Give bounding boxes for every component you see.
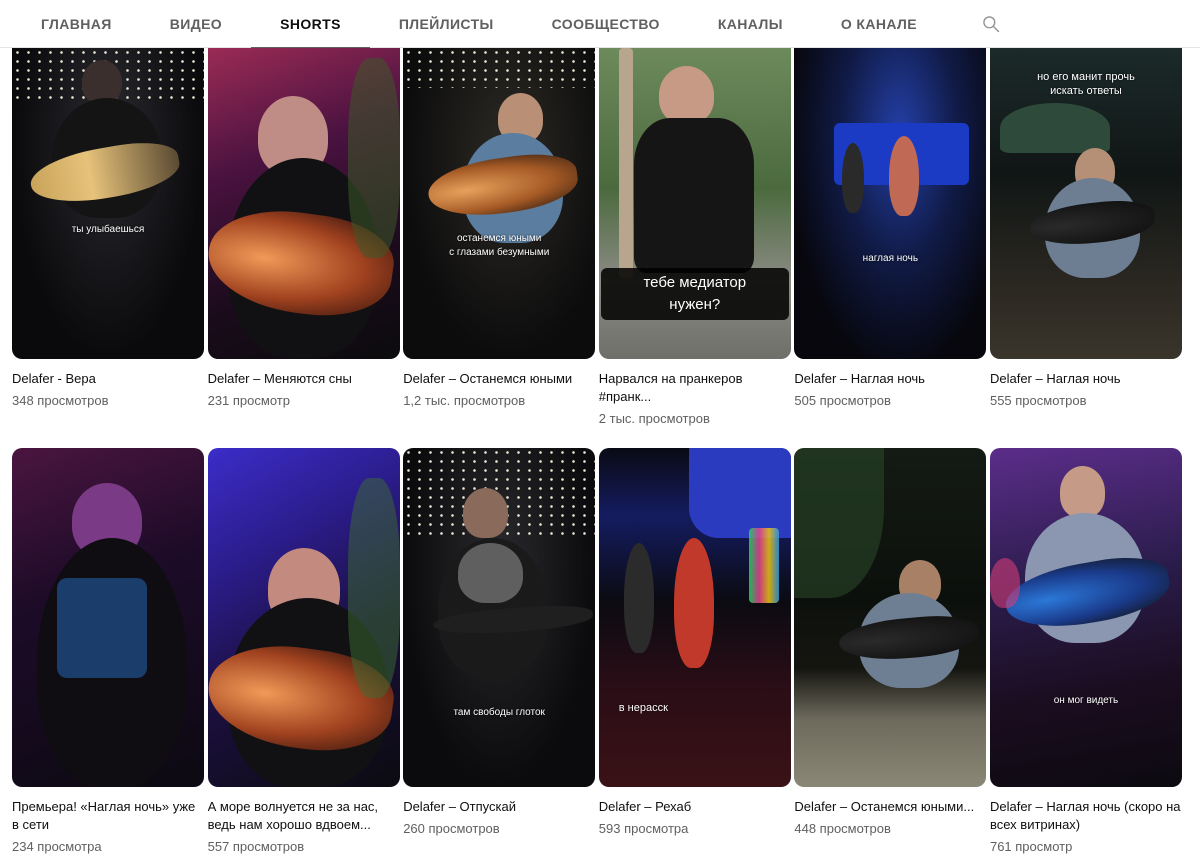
short-views: 2 тыс. просмотров [598, 411, 710, 426]
short-thumbnail[interactable] [207, 448, 400, 787]
short-views: 448 просмотров [794, 821, 891, 836]
short-card[interactable]: но его манит прочь искать ответы Delafer… [989, 48, 1182, 448]
short-meta: Нарвался на пранкеров #пранк... 2 тыс. п… [599, 359, 791, 448]
tab-community[interactable]: СООБЩЕСТВО [523, 0, 689, 48]
short-thumbnail[interactable]: он мог видеть [989, 448, 1182, 787]
short-views: 260 просмотров [403, 821, 500, 836]
short-title[interactable]: Delafer – Отпускай [403, 798, 595, 816]
short-caption: там свободы глоток [453, 707, 545, 718]
short-views: 505 просмотров [794, 393, 891, 408]
short-title[interactable]: Нарвался на пранкеров #пранк... [599, 370, 791, 406]
tab-about[interactable]: О КАНАЛЕ [812, 0, 946, 48]
short-thumbnail[interactable]: там свободы глоток [403, 448, 596, 787]
short-meta: Delafer - Вера 348 просмотров [12, 359, 204, 448]
short-title[interactable]: Delafer – Наглая ночь (скоро на всех вит… [990, 798, 1182, 834]
short-meta: Delafer – Меняются сны 231 просмотр [208, 359, 400, 448]
short-meta: Delafer – Наглая ночь 505 просмотров [794, 359, 986, 448]
short-views: 557 просмотров [207, 839, 305, 854]
short-title[interactable]: Delafer - Вера [12, 370, 204, 388]
short-caption: останемся юными с глазами безумными [449, 233, 550, 258]
short-thumbnail[interactable]: в нерасск [598, 448, 791, 787]
short-thumbnail[interactable] [207, 48, 400, 359]
short-thumbnail[interactable]: но его манит прочь искать ответы [989, 48, 1182, 359]
short-meta: Delafer – Останемся юными 1,2 тыс. просм… [403, 359, 595, 448]
short-card[interactable]: Delafer – Останемся юными... 448 просмот… [794, 448, 987, 856]
short-meta: А море волнуется не за нас, ведь нам хор… [208, 787, 400, 856]
short-card[interactable]: наглая ночь Delafer – Наглая ночь 505 пр… [794, 48, 987, 448]
short-thumbnail[interactable] [12, 448, 204, 787]
short-title[interactable]: Delafer – Останемся юными [403, 370, 595, 388]
short-views: 555 просмотров [989, 393, 1087, 408]
short-title[interactable]: Delafer – Наглая ночь [990, 370, 1182, 388]
short-card[interactable]: в нерасск Delafer – Рехаб 593 просмотра [598, 448, 791, 856]
short-caption: ты улыбаешься [71, 224, 145, 235]
short-views: 1,2 тыс. просмотров [403, 393, 526, 408]
short-views: 593 просмотра [598, 821, 689, 836]
short-caption: тебе медиатор нужен? [600, 268, 789, 320]
short-views: 348 просмотров [12, 393, 109, 408]
short-title[interactable]: Delafer – Меняются сны [208, 370, 400, 388]
short-card[interactable]: А море волнуется не за нас, ведь нам хор… [207, 448, 400, 856]
tab-videos[interactable]: ВИДЕО [141, 0, 251, 48]
tab-shorts[interactable]: SHORTS [251, 0, 370, 49]
short-views: 234 просмотра [12, 839, 102, 854]
short-title[interactable]: Delafer – Наглая ночь [794, 370, 986, 388]
short-card[interactable]: ты улыбаешься Delafer - Вера 348 просмот… [12, 48, 204, 448]
search-icon [983, 16, 1000, 33]
short-thumbnail[interactable] [794, 448, 987, 787]
search-button[interactable] [960, 0, 1022, 48]
short-card[interactable]: он мог видеть Delafer – Наглая ночь (ско… [989, 448, 1182, 856]
channel-tab-bar: ГЛАВНАЯ ВИДЕО SHORTS ПЛЕЙЛИСТЫ СООБЩЕСТВ… [0, 0, 1200, 49]
tab-channels[interactable]: КАНАЛЫ [689, 0, 812, 48]
short-views: 231 просмотр [207, 393, 290, 408]
short-card[interactable]: Delafer – Меняются сны 231 просмотр [207, 48, 400, 448]
tab-home[interactable]: ГЛАВНАЯ [12, 0, 141, 48]
short-views: 761 просмотр [989, 839, 1073, 854]
tab-playlists[interactable]: ПЛЕЙЛИСТЫ [370, 0, 523, 48]
short-title[interactable]: Delafer – Останемся юными... [794, 798, 986, 816]
short-card[interactable]: там свободы глоток Delafer – Отпускай 26… [403, 448, 596, 856]
short-caption: но его манит прочь искать ответы [1037, 71, 1135, 97]
shorts-grid: ты улыбаешься Delafer - Вера 348 просмот… [12, 48, 1182, 856]
short-thumbnail[interactable]: наглая ночь [794, 48, 987, 359]
short-meta: Премьера! «Наглая ночь» уже в сети 234 п… [12, 787, 204, 856]
short-title[interactable]: Премьера! «Наглая ночь» уже в сети [12, 798, 204, 834]
short-card[interactable]: останемся юными с глазами безумными Dela… [403, 48, 596, 448]
short-meta: Delafer – Наглая ночь 555 просмотров [990, 359, 1182, 448]
short-caption: он мог видеть [1053, 695, 1119, 706]
short-title[interactable]: А море волнуется не за нас, ведь нам хор… [208, 798, 400, 834]
short-card[interactable]: Премьера! «Наглая ночь» уже в сети 234 п… [12, 448, 204, 856]
short-meta: Delafer – Останемся юными... 448 просмот… [794, 787, 986, 838]
short-title[interactable]: Delafer – Рехаб [599, 798, 791, 816]
short-thumbnail[interactable]: тебе медиатор нужен? [598, 48, 791, 359]
short-card[interactable]: тебе медиатор нужен? Нарвался на пранкер… [598, 48, 791, 448]
short-meta: Delafer – Рехаб 593 просмотра [599, 787, 791, 838]
short-thumbnail[interactable]: останемся юными с глазами безумными [403, 48, 596, 359]
short-meta: Delafer – Отпускай 260 просмотров [403, 787, 595, 838]
short-meta: Delafer – Наглая ночь (скоро на всех вит… [990, 787, 1182, 856]
short-caption: наглая ночь [862, 253, 919, 264]
short-caption: в нерасск [618, 702, 668, 714]
short-thumbnail[interactable]: ты улыбаешься [12, 48, 204, 359]
